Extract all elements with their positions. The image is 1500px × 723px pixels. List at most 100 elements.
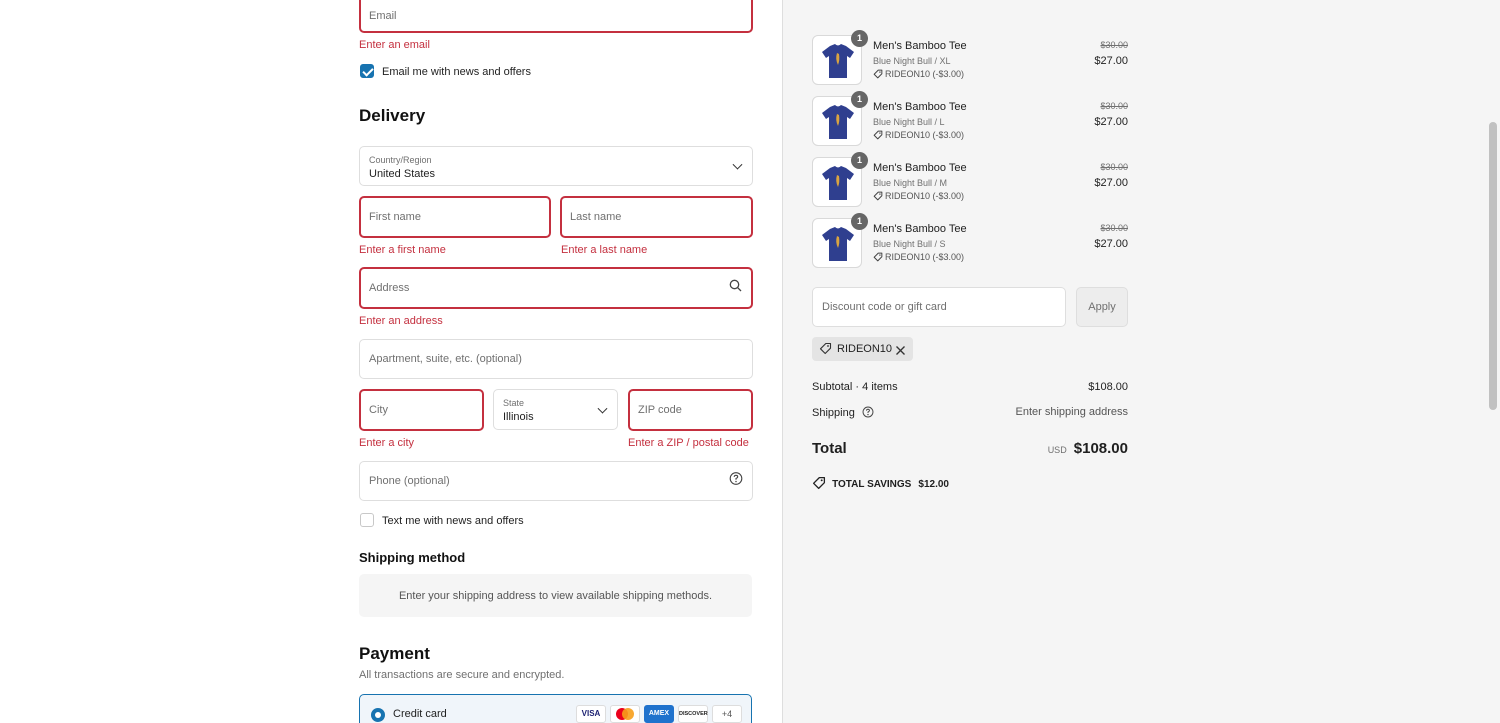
- address-placeholder: Address: [369, 282, 410, 294]
- state-label: State: [503, 398, 525, 408]
- country-label: Country/Region: [369, 155, 432, 165]
- quantity-badge: 1: [851, 30, 868, 47]
- last-name-error: Enter a last name: [561, 244, 648, 256]
- payment-heading: Payment: [359, 644, 430, 663]
- scrollbar-thumb[interactable]: [1489, 122, 1497, 410]
- subtotal-label: Subtotal · 4 items: [812, 381, 898, 393]
- quantity-badge: 1: [851, 213, 868, 230]
- tag-icon: [873, 69, 885, 79]
- currency-code: USD: [1047, 445, 1067, 455]
- shipping-method-heading: Shipping method: [359, 550, 466, 565]
- product-name: Men's Bamboo Tee: [873, 40, 967, 52]
- quantity-badge: 1: [851, 91, 868, 108]
- product-variant: Blue Night Bull / M: [873, 178, 948, 188]
- sms-checkbox[interactable]: [360, 513, 374, 527]
- total-label: Total: [812, 440, 847, 457]
- shipping-row: Shipping: [812, 406, 874, 421]
- total-savings-row: TOTAL SAVINGS $12.00: [812, 476, 949, 493]
- shipping-method-notice: Enter your shipping address to view avai…: [359, 574, 752, 617]
- tag-icon: [873, 130, 885, 140]
- order-item: 1 Men's Bamboo Tee Blue Night Bull / M RIDE…: [812, 152, 1130, 207]
- chevron-down-icon: [597, 403, 608, 414]
- discount-code-placeholder: Discount code or gift card: [822, 301, 947, 313]
- item-discount: RIDEON10 (-$3.00): [873, 191, 964, 201]
- email-placeholder: Email: [369, 10, 397, 23]
- email-error: Enter an email: [359, 39, 430, 51]
- newsletter-checkbox[interactable]: [360, 64, 374, 78]
- original-price: $30.00: [1100, 223, 1128, 233]
- tag-icon: [873, 252, 885, 262]
- item-price: $27.00: [1094, 177, 1128, 189]
- credit-card-label: Credit card: [393, 708, 447, 720]
- subtotal-value: $108.00: [1088, 381, 1128, 393]
- last-name-field[interactable]: Last name: [560, 196, 753, 238]
- order-item: 1 Men's Bamboo Tee Blue Night Bull / S RIDE…: [812, 213, 1130, 268]
- delivery-heading: Delivery: [359, 106, 426, 125]
- original-price: $30.00: [1100, 162, 1128, 172]
- first-name-placeholder: First name: [369, 211, 421, 223]
- shipping-method-message: Enter your shipping address to view avai…: [398, 590, 713, 602]
- item-discount-text: RIDEON10 (-$3.00): [885, 130, 965, 140]
- product-name: Men's Bamboo Tee: [873, 162, 967, 174]
- zip-field[interactable]: ZIP code: [628, 389, 753, 431]
- apartment-placeholder: Apartment, suite, etc. (optional): [369, 353, 522, 365]
- search-icon[interactable]: [729, 279, 742, 297]
- city-error: Enter a city: [359, 437, 415, 449]
- more-cards-badge: +4: [712, 705, 742, 723]
- newsletter-label: Email me with news and offers: [382, 66, 531, 78]
- credit-card-radio[interactable]: [371, 708, 385, 722]
- item-price: $27.00: [1094, 55, 1128, 67]
- original-price: $30.00: [1100, 40, 1128, 50]
- country-select[interactable]: Country/Region United States: [359, 146, 753, 186]
- applied-discount-chip: RIDEON10: [812, 337, 913, 361]
- credit-card-option[interactable]: Credit card VISA AMEX DISCOVER +4: [359, 694, 752, 723]
- apartment-field[interactable]: Apartment, suite, etc. (optional): [359, 339, 753, 379]
- item-discount: RIDEON10 (-$3.00): [873, 130, 964, 140]
- shipping-value: Enter shipping address: [1015, 406, 1128, 418]
- item-discount-text: RIDEON10 (-$3.00): [885, 191, 965, 201]
- state-select[interactable]: State Illinois: [493, 389, 618, 430]
- help-icon[interactable]: [729, 472, 743, 491]
- email-field[interactable]: Email: [359, 0, 753, 33]
- item-discount-text: RIDEON10 (-$3.00): [885, 252, 965, 262]
- discover-icon: DISCOVER: [678, 705, 708, 723]
- tag-icon: [819, 342, 832, 360]
- city-field[interactable]: City: [359, 389, 484, 431]
- last-name-placeholder: Last name: [570, 211, 622, 223]
- first-name-error: Enter a first name: [359, 244, 446, 256]
- item-discount: RIDEON10 (-$3.00): [873, 69, 964, 79]
- checkout-form-panel: Email Enter an email Email me with news …: [0, 0, 782, 723]
- apply-button[interactable]: Apply: [1076, 287, 1128, 327]
- total-row: USD $108.00: [1048, 440, 1128, 457]
- zip-placeholder: ZIP code: [638, 404, 682, 416]
- address-error: Enter an address: [359, 315, 443, 327]
- order-item: 1 Men's Bamboo Tee Blue Night Bull / L RIDE…: [812, 91, 1130, 146]
- total-savings-label: TOTAL SAVINGS: [832, 479, 912, 490]
- chevron-down-icon: [732, 159, 743, 170]
- visa-icon: VISA: [576, 705, 606, 723]
- total-savings-value: $12.00: [918, 479, 949, 490]
- phone-placeholder: Phone (optional): [369, 475, 450, 487]
- state-value: Illinois: [503, 411, 534, 423]
- product-variant: Blue Night Bull / XL: [873, 56, 951, 66]
- help-icon[interactable]: [862, 406, 874, 421]
- applied-discount-code: RIDEON10: [837, 343, 893, 355]
- city-placeholder: City: [369, 404, 388, 416]
- item-discount: RIDEON10 (-$3.00): [873, 252, 964, 262]
- product-variant: Blue Night Bull / S: [873, 239, 946, 249]
- address-field[interactable]: Address: [359, 267, 753, 309]
- discount-code-input[interactable]: Discount code or gift card: [812, 287, 1066, 327]
- shipping-label: Shipping: [812, 407, 855, 419]
- zip-error: Enter a ZIP / postal code: [628, 437, 749, 449]
- product-name: Men's Bamboo Tee: [873, 223, 967, 235]
- total-value: $108.00: [1073, 440, 1128, 457]
- close-icon[interactable]: [895, 343, 906, 361]
- product-variant: Blue Night Bull / L: [873, 117, 945, 127]
- phone-field[interactable]: Phone (optional): [359, 461, 753, 501]
- order-item: 1 Men's Bamboo Tee Blue Night Bull / XL RID…: [812, 30, 1130, 85]
- scrollbar[interactable]: [1486, 0, 1500, 723]
- tag-icon: [873, 191, 885, 201]
- country-value: United States: [369, 168, 436, 180]
- first-name-field[interactable]: First name: [359, 196, 551, 238]
- item-price: $27.00: [1094, 238, 1128, 250]
